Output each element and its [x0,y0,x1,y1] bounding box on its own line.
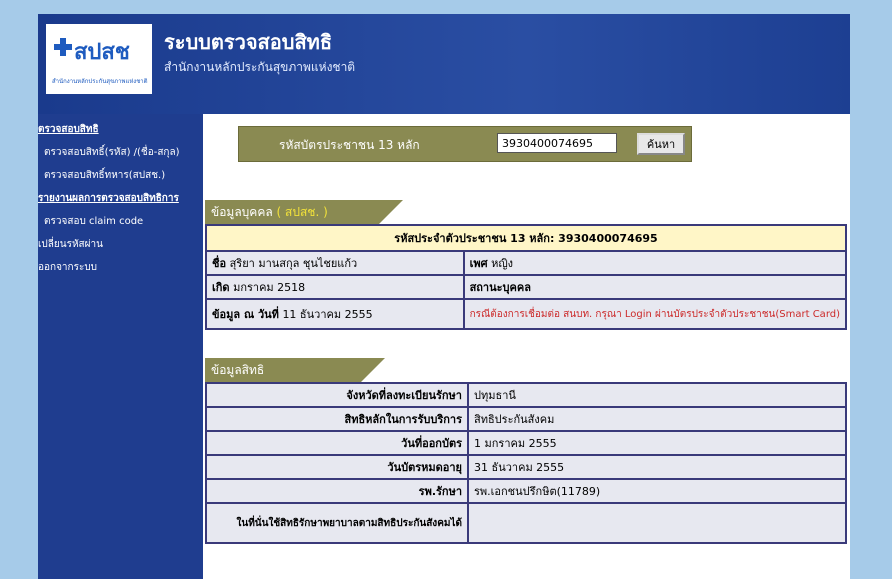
name-value: สุริยา มานสกุล ชุนไชยแก้ว [229,257,358,270]
sidebar-item-check-military[interactable]: ตรวจสอบสิทธิ์ทหาร(สปสช.) [38,168,198,183]
data-date-label: ข้อมูล ณ วันที่ [212,308,279,321]
logo: สปสช สำนักงานหลักประกันสุขภาพแห่งชาติ [46,24,152,94]
sidebar-item-change-password[interactable]: เปลี่ยนรหัสผ่าน [38,237,198,252]
table-row: รพ.รักษา รพ.เอกชนปรึกษิต(11789) [205,478,847,504]
rights-row-value [467,502,847,544]
table-row: ในที่นั่นใช้สิทธิรักษาพยาบาลตามสิทธิประก… [205,502,847,544]
status-label: สถานะบุคคล [462,274,848,300]
sidebar-item-logout[interactable]: ออกจากระบบ [38,260,198,275]
table-row: ชื่อ สุริยา มานสกุล ชุนไชยแก้ว เพศ หญิง [205,250,848,276]
sex-value: หญิง [491,257,514,270]
header-banner: สปสช สำนักงานหลักประกันสุขภาพแห่งชาติ ระ… [38,14,850,114]
rights-row-label: วันบัตรหมดอายุ [205,454,469,480]
sex-label: เพศ [469,257,488,270]
rights-tab-label: ข้อมูลสิทธิ [211,363,265,377]
citizen-id-input[interactable] [497,133,617,153]
table-row: เกิด มกราคม 2518 สถานะบุคคล [205,274,848,300]
app-title: ระบบตรวจสอบสิทธิ [164,30,333,54]
sex-cell: เพศ หญิง [462,250,848,276]
citizen-id-line: รหัสประจำตัวประชาชน 13 หลัก: 39304000746… [205,224,847,252]
rights-row-label: จังหวัดที่ลงทะเบียนรักษา [205,382,469,408]
cross-logo-icon [54,38,72,56]
rights-section-tab: ข้อมูลสิทธิ [205,358,385,382]
birth-cell: เกิด มกราคม 2518 [205,274,465,300]
rights-row-label: รพ.รักษา [205,478,469,504]
smart-card-warning: กรณีต้องการเชื่อมต่อ สนบท. กรุณา Login ผ… [462,298,848,330]
sidebar-item-claim-code[interactable]: ตรวจสอบ claim code [38,214,198,229]
rights-row-label: ในที่นั่นใช้สิทธิรักษาพยาบาลตามสิทธิประก… [205,502,469,544]
rights-table: จังหวัดที่ลงทะเบียนรักษา ปทุมธานี สิทธิห… [205,382,847,544]
data-date-value: 11 ธันวาคม 2555 [282,308,373,321]
search-button[interactable]: ค้นหา [637,133,685,155]
table-row: วันที่ออกบัตร 1 มกราคม 2555 [205,430,847,456]
rights-row-value: 31 ธันวาคม 2555 [467,454,847,480]
sidebar-item-check-by-id-name[interactable]: ตรวจสอบสิทธิ์(รหัส) /(ชื่อ-สกุล) [38,145,198,160]
table-row: จังหวัดที่ลงทะเบียนรักษา ปทุมธานี [205,382,847,408]
birth-value: มกราคม 2518 [233,281,306,294]
person-tab-accent: ( สปสช. ) [276,205,328,219]
person-table: รหัสประจำตัวประชาชน 13 หลัก: 39304000746… [205,224,848,330]
name-cell: ชื่อ สุริยา มานสกุล ชุนไชยแก้ว [205,250,465,276]
rights-row-value: รพ.เอกชนปรึกษิต(11789) [467,478,847,504]
app-frame: สปสช สำนักงานหลักประกันสุขภาพแห่งชาติ ระ… [38,14,850,579]
birth-label: เกิด [212,281,230,294]
table-row: รหัสประจำตัวประชาชน 13 หลัก: 39304000746… [205,224,847,252]
logo-text: สปสช [74,39,130,64]
person-section-tab: ข้อมูลบุคคล ( สปสช. ) [205,200,403,224]
rights-row-value: ปทุมธานี [467,382,847,408]
rights-row-label: สิทธิหลักในการรับบริการ [205,406,469,432]
sidebar-item-check-rights[interactable]: ตรวจสอบสิทธิ [38,122,198,137]
rights-row-value: สิทธิประกันสังคม [467,406,847,432]
search-label: รหัสบัตรประชาชน 13 หลัก [279,138,420,152]
table-row: วันบัตรหมดอายุ 31 ธันวาคม 2555 [205,454,847,480]
table-row: สิทธิหลักในการรับบริการ สิทธิประกันสังคม [205,406,847,432]
sidebar-item-report[interactable]: รายงานผลการตรวจสอบสิทธิการ [38,191,198,206]
app-subtitle: สำนักงานหลักประกันสุขภาพแห่งชาติ [164,60,356,74]
data-date-cell: ข้อมูล ณ วันที่ 11 ธันวาคม 2555 [205,298,465,330]
name-label: ชื่อ [212,257,227,270]
rights-row-value: 1 มกราคม 2555 [467,430,847,456]
person-tab-label: ข้อมูลบุคคล [211,205,273,219]
logo-subtext: สำนักงานหลักประกันสุขภาพแห่งชาติ [52,78,148,85]
sidebar: ตรวจสอบสิทธิ ตรวจสอบสิทธิ์(รหัส) /(ชื่อ-… [38,122,198,283]
rights-row-label: วันที่ออกบัตร [205,430,469,456]
main-content: รหัสบัตรประชาชน 13 หลัก ค้นหา ข้อมูลบุคค… [203,114,850,579]
table-row: ข้อมูล ณ วันที่ 11 ธันวาคม 2555 กรณีต้อง… [205,298,848,330]
search-bar: รหัสบัตรประชาชน 13 หลัก ค้นหา [238,126,692,162]
